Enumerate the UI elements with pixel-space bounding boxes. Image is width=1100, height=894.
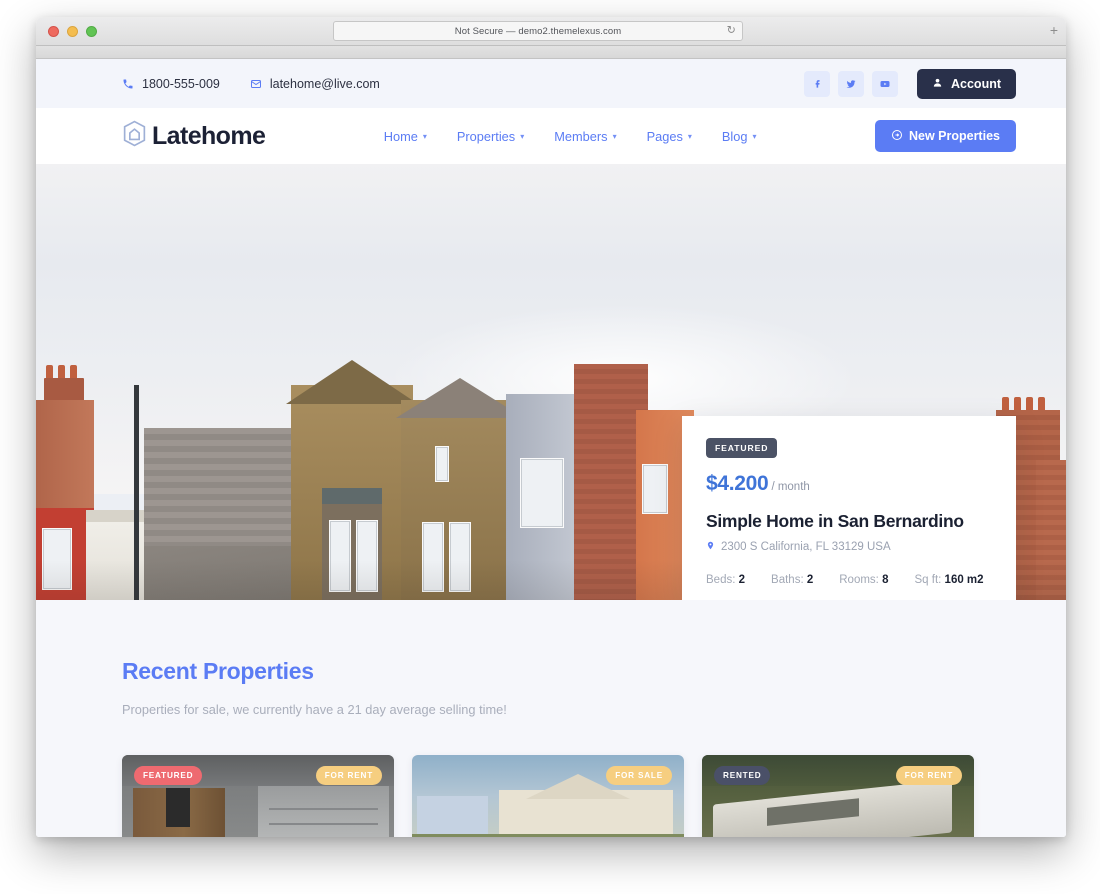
nav-item-home[interactable]: Home ▾: [384, 129, 427, 144]
status-badge: FEATURED: [706, 438, 778, 458]
spec-value: 2: [738, 574, 746, 586]
status-badge-forsale: FOR SALE: [606, 766, 672, 785]
maximize-window-button[interactable]: [86, 25, 97, 37]
chevron-down-icon: ▾: [520, 131, 525, 141]
window-traffic-lights: [48, 25, 97, 37]
map-pin-icon: [706, 540, 715, 554]
phone-icon: [122, 78, 134, 90]
spec-value: 8: [882, 574, 889, 586]
nav-item-members[interactable]: Members ▾: [554, 129, 616, 144]
property-price: $4.200: [706, 472, 769, 495]
new-properties-label: New Properties: [908, 129, 1000, 143]
address-text: 2300 S California, FL 33129 USA: [721, 541, 891, 553]
account-label: Account: [951, 76, 1001, 91]
status-badge-forrent: FOR RENT: [895, 766, 962, 785]
price-unit: / month: [771, 481, 810, 493]
spec-rooms: Rooms: 8: [839, 574, 888, 586]
close-window-button[interactable]: [48, 25, 59, 37]
chevron-down-icon: ▾: [687, 131, 692, 141]
site-header: Latehome Home ▾ Properties ▾ Members ▾ P…: [36, 108, 1066, 164]
property-card-1[interactable]: FEATURED FOR RENT: [122, 755, 394, 837]
hero-banner: FEATURED $4.200 / month Simple Home in S…: [36, 164, 1066, 600]
contact-group: 1800-555-009 latehome@live.com: [122, 77, 380, 91]
nav-item-pages[interactable]: Pages ▾: [647, 129, 692, 144]
new-properties-button[interactable]: New Properties: [874, 120, 1016, 152]
spec-label: Sq ft:: [914, 574, 942, 586]
chevron-down-icon: ▾: [752, 131, 757, 141]
nav-label: Home: [383, 128, 418, 144]
user-icon: [932, 77, 943, 91]
topbar-right-group: Account: [804, 68, 1016, 99]
property-title: Simple Home in San Bernardino: [706, 511, 964, 531]
property-card-3[interactable]: RENTED FOR RENT: [702, 755, 974, 837]
spec-beds: Beds: 2: [706, 574, 745, 586]
minimize-window-button[interactable]: [67, 25, 78, 37]
house-shield-icon: [122, 120, 147, 152]
property-address: 2300 S California, FL 33129 USA: [706, 540, 992, 554]
address-bar[interactable]: Not Secure — demo2.themelexus.com ↻: [333, 21, 743, 41]
status-badge-rented: RENTED: [714, 766, 771, 785]
browser-titlebar: Not Secure — demo2.themelexus.com ↻ +: [36, 17, 1066, 46]
recent-properties-section: Recent Properties Properties for sale, w…: [36, 600, 1066, 837]
site-logo[interactable]: Latehome: [122, 120, 266, 152]
new-tab-icon[interactable]: +: [1050, 23, 1058, 37]
section-subtitle: Properties for sale, we currently have a…: [122, 702, 507, 717]
site-topbar: 1800-555-009 latehome@live.com Account: [36, 59, 1066, 108]
reload-icon[interactable]: ↻: [727, 25, 736, 37]
nav-item-properties[interactable]: Properties ▾: [457, 129, 524, 144]
browser-tabstrip: [36, 46, 1066, 59]
page-title: Recent Properties: [122, 658, 314, 684]
youtube-icon[interactable]: [872, 70, 898, 97]
property-card-2[interactable]: FOR SALE: [412, 755, 684, 837]
chevron-down-icon: ▾: [612, 131, 617, 141]
page-viewport: 1800-555-009 latehome@live.com Account L…: [36, 59, 1066, 837]
featured-property-card[interactable]: FEATURED $4.200 / month Simple Home in S…: [682, 416, 1016, 600]
browser-window: Not Secure — demo2.themelexus.com ↻ + 18…: [36, 17, 1066, 837]
email-address: latehome@live.com: [269, 76, 380, 91]
email-contact[interactable]: latehome@live.com: [250, 77, 380, 91]
price-row: $4.200 / month: [706, 472, 992, 496]
nav-label: Members: [554, 128, 608, 144]
facebook-icon[interactable]: [804, 70, 830, 97]
phone-contact[interactable]: 1800-555-009: [122, 77, 220, 91]
spec-sqft: Sq ft: 160 m2: [914, 574, 983, 586]
nav-label: Pages: [646, 128, 683, 144]
main-nav: Home ▾ Properties ▾ Members ▾ Pages ▾ Bl…: [384, 129, 757, 144]
logo-text: Latehome: [152, 121, 266, 150]
arrow-circle-right-icon: [891, 129, 903, 144]
spec-label: Beds:: [706, 574, 736, 586]
property-specs: Beds: 2 Baths: 2 Rooms: 8 Sq ft: 160 m2: [706, 574, 992, 586]
status-badge-featured: FEATURED: [134, 766, 203, 785]
nav-label: Properties: [456, 128, 516, 144]
status-badge-forrent: FOR RENT: [315, 766, 382, 785]
phone-number: 1800-555-009: [142, 76, 220, 91]
twitter-icon[interactable]: [838, 70, 864, 97]
address-bar-text: Not Secure — demo2.themelexus.com: [454, 25, 622, 37]
nav-item-blog[interactable]: Blog ▾: [722, 129, 757, 144]
nav-label: Blog: [721, 128, 748, 144]
spec-label: Baths:: [771, 574, 804, 586]
spec-baths: Baths: 2: [771, 574, 813, 586]
spec-label: Rooms:: [839, 574, 879, 586]
account-button[interactable]: Account: [917, 68, 1016, 99]
spec-value: 2: [806, 574, 814, 586]
spec-value: 160 m2: [944, 574, 984, 586]
property-card-list: FEATURED FOR RENT FOR SALE RENTED FOR RE…: [122, 755, 1016, 837]
envelope-icon: [250, 78, 262, 90]
chevron-down-icon: ▾: [422, 131, 427, 141]
